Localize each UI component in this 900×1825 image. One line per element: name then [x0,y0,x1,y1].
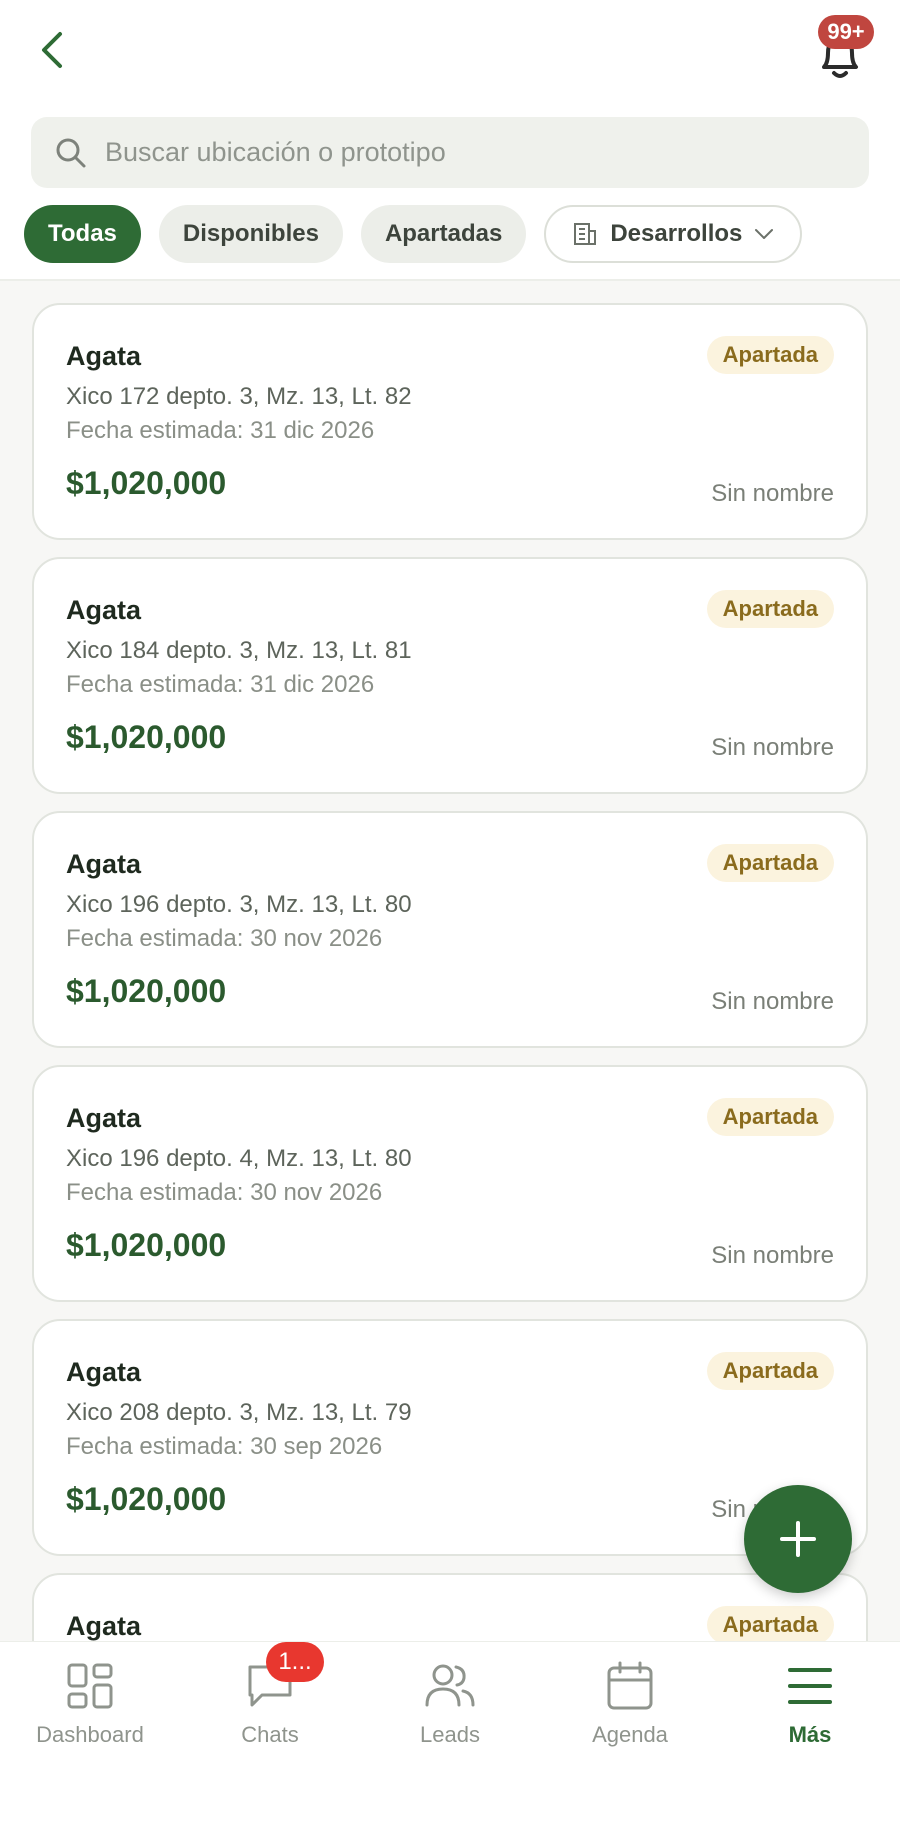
unit-name: Agata [66,1103,142,1133]
back-button[interactable] [30,22,74,78]
unit-name: Agata [66,1611,142,1641]
bottom-tab-bar: Dashboard 1... Chats Leads Agenda Más [0,1641,900,1825]
developments-label: Desarrollos [610,220,743,247]
unit-estimated-date: Fecha estimada: 30 nov 2026 [66,1179,383,1206]
chats-badge: 1... [266,1642,324,1682]
unit-address: Xico 184 depto. 3, Mz. 13, Lt. 81 [66,637,412,664]
unit-estimated-date: Fecha estimada: 30 sep 2026 [66,1433,383,1460]
calendar-icon [602,1658,658,1714]
tab-dashboard-label: Dashboard [36,1722,144,1747]
unit-name: Agata [66,849,142,879]
client-name: Sin nombre [711,1242,834,1269]
unit-estimated-date: Fecha estimada: 30 nov 2026 [66,925,383,952]
unit-address: Xico 196 depto. 4, Mz. 13, Lt. 80 [66,1145,412,1172]
developments-dropdown[interactable]: Desarrollos [544,205,803,263]
unit-price: $1,020,000 [66,1481,227,1517]
chevron-down-icon [755,229,774,239]
client-name: Sin nombre [711,734,834,761]
tab-more-label: Más [788,1722,832,1747]
tab-dashboard[interactable]: Dashboard [0,1658,180,1748]
unit-estimated-date: Fecha estimada: 31 dic 2026 [66,417,375,444]
chevron-left-icon [42,32,62,68]
unit-card[interactable]: Agata Xico 208 depto. 3, Mz. 13, Lt. 79 … [32,1319,868,1556]
status-badge: Apartada [706,844,834,882]
filter-chips: Todas Disponibles Apartadas Desarrollos [24,205,803,263]
status-badge: Apartada [706,336,834,374]
unit-price: $1,020,000 [66,1227,227,1263]
search-bar[interactable] [31,117,869,188]
unit-card[interactable]: Agata Xico 184 depto. 3, Mz. 13, Lt. 81 … [32,557,868,794]
client-name: Sin nombre [711,988,834,1015]
unit-address: Xico 172 depto. 3, Mz. 13, Lt. 82 [66,383,412,410]
tab-more[interactable]: Más [720,1658,900,1748]
tab-leads[interactable]: Leads [360,1658,540,1748]
filter-available-chip[interactable]: Disponibles [158,205,343,263]
search-input[interactable] [105,137,845,168]
unit-estimated-date: Fecha estimada: 31 dic 2026 [66,671,375,698]
filter-all-chip[interactable]: Todas [24,205,141,263]
search-icon [56,138,86,167]
status-badge: Apartada [706,590,834,628]
unit-address: Xico 208 depto. 3, Mz. 13, Lt. 79 [66,1399,412,1426]
unit-name: Agata [66,1357,142,1387]
tab-chats-label: Chats [241,1722,299,1747]
status-badge: Apartada [706,1606,834,1641]
units-list[interactable]: Agata Xico 172 depto. 3, Mz. 13, Lt. 82 … [0,281,900,1641]
client-name: Sin nombre [711,480,834,507]
add-button[interactable] [744,1485,852,1593]
tab-agenda-label: Agenda [592,1722,668,1747]
chat-icon: 1... [242,1642,324,1714]
filter-reserved-chip[interactable]: Apartadas [360,205,527,263]
dashboard-icon [62,1658,118,1714]
unit-card[interactable]: Agata Xico 196 depto. 3, Mz. 13, Lt. 80 … [32,811,868,1048]
plus-icon [780,1521,816,1557]
unit-card[interactable]: Agata Apartada [32,1573,868,1641]
top-bar: 99+ [0,0,900,100]
unit-card[interactable]: Agata Xico 196 depto. 4, Mz. 13, Lt. 80 … [32,1065,868,1302]
users-icon [422,1658,478,1714]
tab-chats[interactable]: 1... Chats [180,1642,360,1748]
tab-leads-label: Leads [420,1722,480,1747]
unit-price: $1,020,000 [66,973,227,1009]
menu-icon [782,1658,838,1714]
tab-agenda[interactable]: Agenda [540,1658,720,1748]
status-badge: Apartada [706,1352,834,1390]
unit-price: $1,020,000 [66,465,227,501]
unit-price: $1,020,000 [66,719,227,755]
notifications-badge: 99+ [818,15,874,49]
unit-name: Agata [66,595,142,625]
unit-card[interactable]: Agata Xico 172 depto. 3, Mz. 13, Lt. 82 … [32,303,868,540]
building-icon [574,223,597,245]
notifications-button[interactable]: 99+ [800,15,880,85]
unit-name: Agata [66,341,142,371]
unit-address: Xico 196 depto. 3, Mz. 13, Lt. 80 [66,891,412,918]
status-badge: Apartada [706,1098,834,1136]
